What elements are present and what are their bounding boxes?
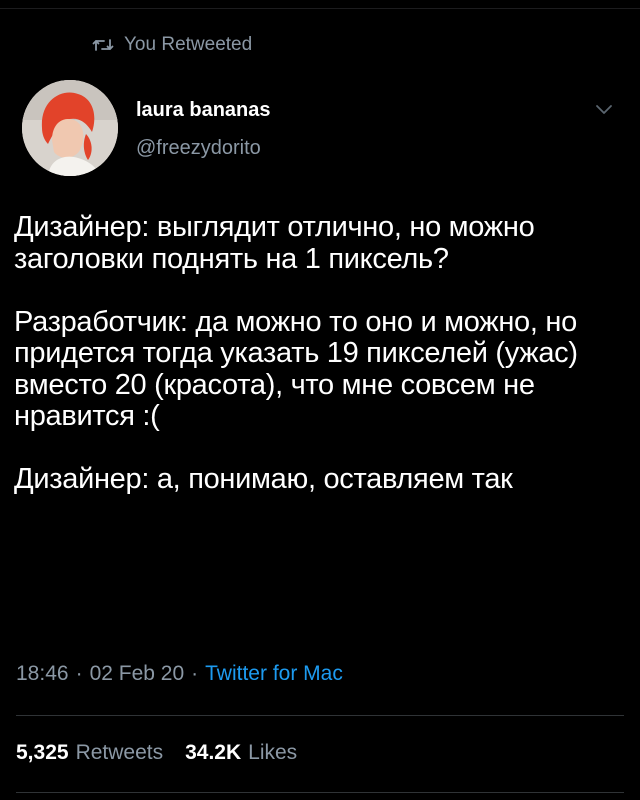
separator: · <box>75 662 83 685</box>
retweet-context-label: You Retweeted <box>124 34 253 55</box>
author-names: laura bananas @freezydorito <box>136 98 271 160</box>
likes-label: Likes <box>248 741 298 764</box>
retweet-icon <box>92 37 114 53</box>
tweet-paragraph: Дизайнер: выглядит отлично, но можно заг… <box>14 211 535 275</box>
retweets-stat[interactable]: 5,325 Retweets <box>16 741 163 765</box>
likes-stat[interactable]: 34.2K Likes <box>185 741 297 765</box>
separator: · <box>191 662 199 685</box>
author-display-name[interactable]: laura bananas <box>136 98 271 122</box>
tweet-paragraph: Дизайнер: а, понимаю, оставляем так <box>14 463 513 495</box>
tweet-client-link[interactable]: Twitter for Mac <box>205 662 343 686</box>
author-handle[interactable]: @freezydorito <box>136 136 271 160</box>
tweet-time[interactable]: 18:46 <box>16 662 69 686</box>
tweet-author: laura bananas @freezydorito <box>22 80 622 180</box>
tweet-paragraph: Разработчик: да можно то оно и можно, но… <box>14 305 578 432</box>
engagement-stats: 5,325 Retweets 34.2K Likes <box>16 741 297 765</box>
retweets-label: Retweets <box>75 741 164 764</box>
tweet-text: Дизайнер: выглядит отлично, но можно заг… <box>14 211 626 496</box>
social-context: You Retweeted <box>92 34 252 56</box>
divider <box>16 715 624 716</box>
tweet-metadata: 18:46 · 02 Feb 20 · Twitter for Mac <box>16 662 343 686</box>
avatar[interactable] <box>22 80 118 176</box>
tweet-date[interactable]: 02 Feb 20 <box>90 662 185 686</box>
likes-count: 34.2K <box>185 741 242 764</box>
chevron-down-icon[interactable] <box>592 102 616 118</box>
divider <box>16 792 624 793</box>
top-divider <box>0 8 640 9</box>
retweets-count: 5,325 <box>16 741 69 764</box>
